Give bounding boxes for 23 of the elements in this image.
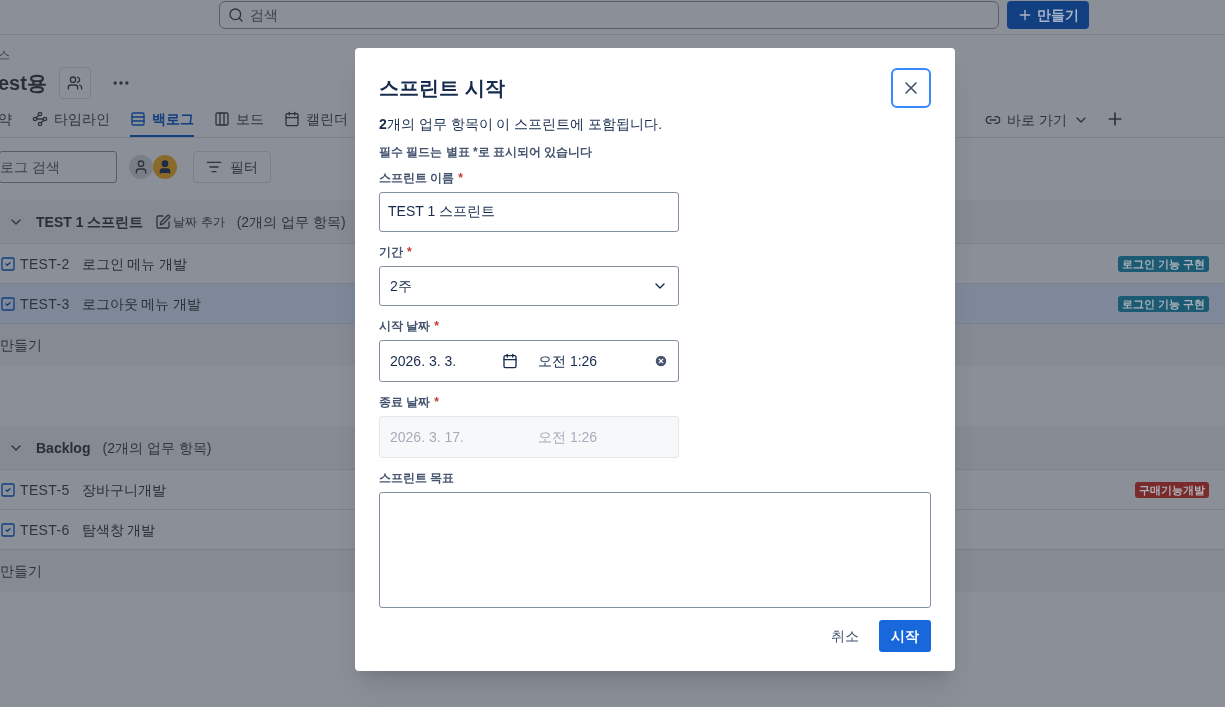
field-label: 스프린트 목표 [379,470,455,486]
dialog-description: 2개의 업무 항목이 이 스프린트에 포함됩니다. [379,115,664,134]
required-mark: * [434,394,439,410]
required-mark: * [407,244,412,260]
issue-count: (2개의 업무 항목) [236,212,346,232]
issue-count: (2개의 업무 항목) [102,438,212,458]
epic-tag: 로그인 기능 구현 [1117,295,1209,312]
issue-summary: 장바구니개발 [81,480,166,500]
section-title: TEST 1 스프린트 [36,212,144,232]
section-title: Backlog [36,438,91,458]
field-label: 종료 날짜 [379,394,431,410]
issue-summary: 탐색창 개발 [81,520,156,540]
epic-tag: 로그인 기능 구현 [1117,255,1209,272]
field-label: 스프린트 이름 [379,170,455,186]
required-mark: * [458,170,463,186]
required-note: 필수 필드는 별표 *로 표시되어 있습니다 [379,144,594,160]
dialog-title: 스프린트 시작 [379,76,505,101]
issue-summary: 로그아웃 메뉴 개발 [81,294,202,314]
required-mark: * [434,318,439,334]
epic-tag: 구매기능개발 [1135,481,1209,498]
issue-summary: 로그인 메뉴 개발 [81,254,188,274]
field-label: 시작 날짜 [379,318,431,334]
field-label: 기간 [379,244,403,260]
